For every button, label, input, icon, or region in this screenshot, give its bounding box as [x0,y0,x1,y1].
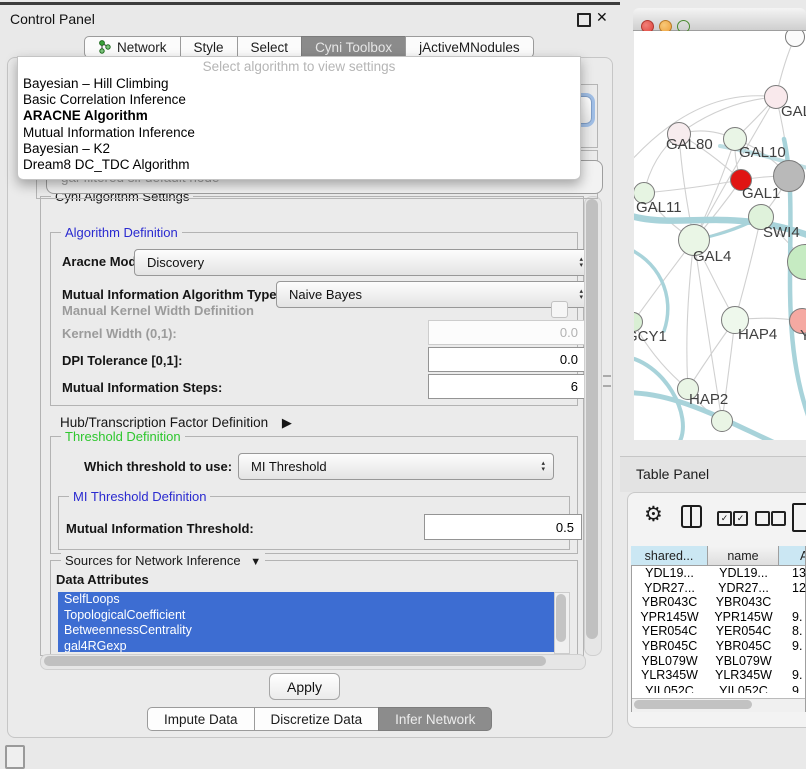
stepper-icon: ▴▾ [579,289,583,301]
control-panel-tabbar: Network Style Select Cyni Toolbox jActiv… [85,36,534,58]
node-label: HAP4 [738,326,777,343]
document-icon[interactable] [792,503,806,532]
node-label: GAL8 [781,103,806,120]
node-label: GAL4 [693,248,731,265]
table-panel-title: Table Panel [636,466,709,482]
node-label: Y [800,327,806,344]
which-threshold-label: Which threshold to use: [84,459,232,474]
tab-network-label: Network [117,40,167,55]
kernel-width-label: Kernel Width (0,1): [62,326,177,341]
list-item[interactable]: TopologicalCoefficient [58,608,554,624]
unchecked-checkbox-icon[interactable] [771,511,786,526]
sources-title[interactable]: Sources for Network Inference ▼ [61,553,265,568]
tab-style[interactable]: Style [180,36,238,58]
node-label: HAP2 [689,391,728,408]
splitpane-divider-handle[interactable] [603,375,611,387]
data-attributes-list: SelfLoops TopologicalCoefficient Between… [58,592,554,652]
window-top-border [0,2,620,5]
close-icon[interactable]: ✕ [596,9,608,26]
mi-type-combo[interactable]: Naive Bayes ▴▾ [276,281,592,308]
node-label: SWI4 [763,224,800,241]
table-row[interactable]: YBL079W YBL079W [631,654,806,669]
mi-steps-field[interactable]: 6 [428,374,586,399]
control-panel: Control Panel ✕ Network Style Select Cyn… [0,0,620,762]
collapsed-arrow-icon: ▶ [282,415,292,430]
list-item[interactable]: SelfLoops [58,592,554,608]
checked-checkbox-icon[interactable]: ✓ [717,511,732,526]
column-header-partial[interactable]: A [779,546,806,566]
node-label: GAL1 [742,185,780,202]
stepper-icon: ▴▾ [541,461,545,473]
unchecked-checkbox-icon[interactable] [755,511,770,526]
checked-checkbox-icon[interactable]: ✓ [733,511,748,526]
float-window-icon[interactable] [577,13,591,27]
network-window-titlebar[interactable] [633,8,806,31]
list-item[interactable]: BetweennessCentrality [58,623,554,639]
which-threshold-combo[interactable]: MI Threshold ▴▾ [238,453,554,480]
columns-icon[interactable] [681,505,702,528]
table-row[interactable]: YLR345W YLR345W 9. [631,668,806,683]
network-icon [98,40,112,54]
dpi-tolerance-label: DPI Tolerance [0,1]: [62,353,182,368]
control-panel-title: Control Panel [10,11,95,27]
column-header-shared[interactable]: shared... [631,546,708,566]
dropdown-item[interactable]: Basic Correlation Inference [18,92,580,108]
manual-kernel-label: Manual Kernel Width Definition [62,303,254,318]
tab-network[interactable]: Network [84,36,181,58]
mi-threshold-title: MI Threshold Definition [69,489,210,504]
table-row[interactable]: YER054C YER054C 8. [631,624,806,639]
tab-select[interactable]: Select [237,36,303,58]
gear-icon[interactable]: ⚙ [644,504,663,526]
settings-horizontal-scroll-thumb[interactable] [44,656,546,666]
tab-infer-network[interactable]: Infer Network [378,707,492,731]
table-header-row: shared... name A [631,546,806,566]
apply-button[interactable]: Apply [269,673,340,700]
table-row[interactable]: YPR145W YPR145W 9. [631,610,806,625]
algorithm-dropdown-popup: Select algorithm to view settings Bayesi… [17,56,581,180]
tab-discretize-data[interactable]: Discretize Data [254,707,380,731]
node-label: GAL80 [666,136,713,153]
panel-corner-button[interactable] [5,745,25,769]
column-header-name[interactable]: name [708,546,779,566]
node-unlabeled-bottom[interactable] [711,410,733,432]
list-item[interactable]: gal4RGexp [58,639,554,653]
manual-kernel-checkbox[interactable] [551,301,568,318]
tab-jactivemnodules[interactable]: jActiveMNodules [405,36,534,58]
dropdown-item[interactable]: Bayesian – Hill Climbing [18,76,580,92]
threshold-definition-title: Threshold Definition [61,429,185,444]
attributes-list-scroll-thumb[interactable] [556,594,566,642]
dropdown-item[interactable]: Mutual Information Inference [18,125,580,141]
dropdown-item[interactable]: Bayesian – K2 [18,141,580,157]
dpi-tolerance-field[interactable]: 0.0 [428,347,586,372]
algorithm-definition-title: Algorithm Definition [61,225,182,240]
dropdown-prompt: Select algorithm to view settings [18,57,580,76]
mi-threshold-label: Mutual Information Threshold: [66,521,254,536]
mi-steps-label: Mutual Information Steps: [62,380,222,395]
dropdown-item[interactable]: Dream8 DC_TDC Algorithm [18,157,580,173]
table-row[interactable]: YDL19... YDL19... 13 [631,566,806,581]
node-label: GAL11 [636,199,682,216]
table-horizontal-scroll-thumb[interactable] [634,700,752,709]
tab-cyni-toolbox[interactable]: Cyni Toolbox [301,36,406,58]
table-row[interactable]: YDR27... YDR27... 12 [631,581,806,596]
settings-vertical-scroll-thumb[interactable] [586,199,598,639]
kernel-width-field[interactable]: 0.0 [428,320,586,345]
expanded-arrow-icon: ▼ [250,556,261,568]
tab-impute-data[interactable]: Impute Data [147,707,255,731]
mi-type-label: Mutual Information Algorithm Type: [62,287,281,302]
stepper-icon: ▴▾ [579,257,583,269]
dropdown-item-selected[interactable]: ARACNE Algorithm [18,108,580,124]
node-label: GAL10 [739,144,786,161]
data-attributes-label: Data Attributes [56,572,149,587]
bottom-tabbar: Impute Data Discretize Data Infer Networ… [148,707,492,731]
node-label: GCY1 [634,328,667,345]
aracne-mode-combo[interactable]: Discovery ▴▾ [134,249,592,276]
table-row[interactable]: YBR045C YBR045C 9. [631,639,806,654]
network-canvas[interactable]: GAL8 GAL80 GAL10 GAL1 GAL11 SWI4 GAL4 GC… [634,31,806,440]
mi-threshold-field[interactable]: 0.5 [424,514,582,540]
table-row[interactable]: YBR043C YBR043C [631,595,806,610]
